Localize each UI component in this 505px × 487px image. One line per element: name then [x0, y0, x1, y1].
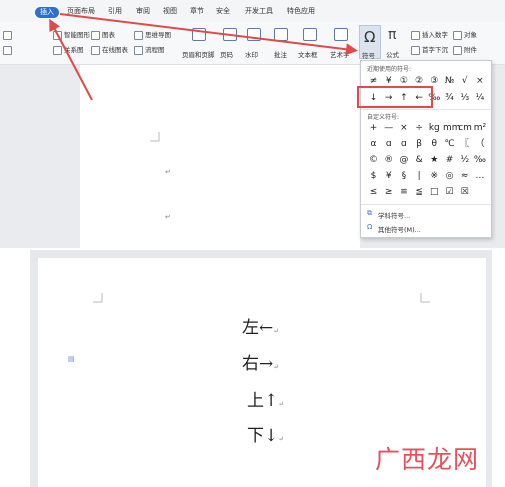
- symbol-cell[interactable]: 〖: [458, 138, 471, 150]
- symbol-cell[interactable]: @: [397, 154, 410, 166]
- symbol-cell[interactable]: ɑ: [382, 138, 395, 150]
- watermark-logo: 广西龙网: [375, 445, 480, 474]
- omega-icon: Ω: [367, 223, 373, 231]
- symbol-cell[interactable]: □: [428, 186, 441, 198]
- symbol-cell[interactable]: ÷: [413, 122, 426, 134]
- symbol-cell[interactable]: ×: [473, 75, 486, 87]
- doc-line-down[interactable]: 下↓↵: [247, 421, 284, 446]
- symbol-cell[interactable]: ¾: [443, 92, 456, 104]
- doc-line-up[interactable]: 上↑↵: [247, 386, 284, 411]
- symbol-cell[interactable]: §: [397, 170, 410, 182]
- doc-line-down-text: 下↓: [247, 426, 279, 446]
- symbol-cell[interactable]: ¼: [473, 92, 486, 104]
- symbol-cell[interactable]: +: [367, 122, 380, 134]
- symbol-cell[interactable]: cm: [458, 122, 472, 134]
- symbol-cell[interactable]: ɑ: [397, 138, 410, 150]
- symbol-cell[interactable]: ≤: [367, 186, 380, 198]
- symbol-cell[interactable]: ℃: [443, 138, 456, 150]
- symbol-cell[interactable]: ½: [458, 154, 471, 166]
- symbol-cell[interactable]: $: [367, 170, 380, 182]
- divider: [361, 109, 491, 110]
- symbol-cell[interactable]: ☑: [443, 186, 456, 198]
- symbol-cell[interactable]: √: [458, 75, 471, 87]
- paragraph-mark-icon: ↵: [273, 327, 280, 335]
- symbol-cell[interactable]: ◎: [443, 170, 456, 182]
- symbol-cell[interactable]: …: [473, 170, 486, 182]
- symbol-cell[interactable]: |: [413, 170, 426, 182]
- symbol-cell[interactable]: mm: [443, 122, 461, 134]
- symbol-cell[interactable]: ≥: [382, 186, 395, 198]
- symbol-cell[interactable]: ≌: [397, 186, 410, 198]
- symbol-cell[interactable]: α: [367, 138, 380, 150]
- symbol-cell[interactable]: ※: [428, 170, 441, 182]
- symbol-cell[interactable]: ≦: [413, 186, 426, 198]
- symbol-cell[interactable]: β: [413, 138, 426, 150]
- paragraph-mark-icon: ↵: [278, 400, 285, 408]
- symbol-cell[interactable]: ≈: [458, 170, 471, 182]
- symbol-cell[interactable]: ⅓: [458, 92, 471, 104]
- doc-line-right[interactable]: 右→↵: [242, 349, 279, 374]
- symbol-cell[interactable]: （: [473, 138, 486, 150]
- recent-symbols-label: 近期使用的符号:: [367, 66, 412, 73]
- symbol-cell[interactable]: #: [443, 154, 456, 166]
- symbol-cell[interactable]: №: [443, 75, 456, 87]
- crop-mark-icon: [420, 293, 430, 303]
- subject-icon: ⧉: [367, 209, 372, 217]
- crop-mark-icon: [93, 293, 103, 303]
- paragraph-mark-icon: ↵: [273, 363, 280, 371]
- paragraph-mark-icon: ↵: [278, 435, 285, 443]
- subject-symbols-item[interactable]: 学科符号...: [378, 210, 410, 220]
- symbol-cell[interactable]: &: [413, 154, 426, 166]
- symbol-cell[interactable]: ®: [382, 154, 395, 166]
- symbol-cell[interactable]: ¥: [382, 170, 395, 182]
- top-screenshot: 插入 页面布局 引用 审阅 视图 章节 安全 开发工具 特色应用 智能图形 关系…: [0, 0, 505, 248]
- doc-line-right-text: 右→: [242, 354, 274, 374]
- divider: [361, 204, 491, 205]
- highlight-box: [357, 86, 433, 108]
- doc-line-up-text: 上↑: [247, 391, 279, 411]
- doc-line-left[interactable]: 左←↵: [242, 313, 279, 338]
- symbol-cell[interactable]: kg: [428, 122, 441, 134]
- symbol-cell[interactable]: ×: [397, 122, 410, 134]
- symbol-cell[interactable]: ☒: [458, 186, 471, 198]
- symbol-cell[interactable]: ©: [367, 154, 380, 166]
- symbol-cell[interactable]: m²: [473, 122, 486, 134]
- paragraph-handle-icon: ▤: [68, 355, 75, 363]
- doc-line-left-text: 左←: [242, 318, 274, 338]
- other-symbols-item[interactable]: 其他符号(M)...: [378, 224, 421, 234]
- symbol-cell[interactable]: θ: [428, 138, 441, 150]
- symbol-cell[interactable]: ★: [428, 154, 441, 166]
- symbol-cell[interactable]: ‰: [473, 154, 486, 166]
- symbol-cell[interactable]: —: [382, 122, 395, 134]
- custom-symbols-label: 自定义符号:: [367, 114, 400, 121]
